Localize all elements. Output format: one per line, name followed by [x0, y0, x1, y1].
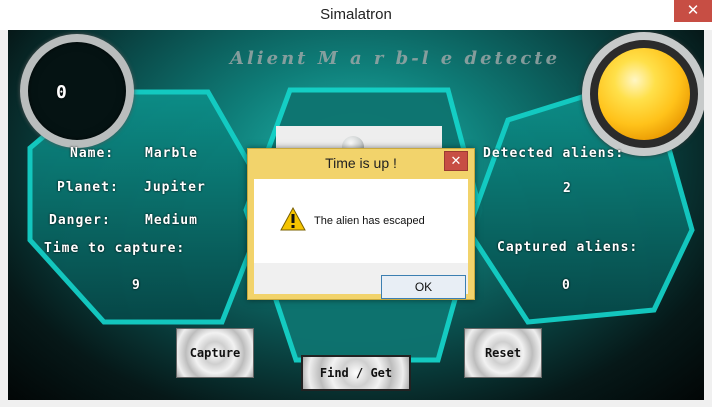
window-titlebar: Simalatron ✕ [0, 0, 712, 30]
planet-value: Jupiter [144, 180, 206, 195]
detected-aliens-label: Detected aliens: [483, 146, 625, 161]
app-banner: Alient M a r b-l e detecte [230, 48, 561, 69]
time-up-dialog: Time is up ! ✕ The alien has escaped OK [247, 148, 475, 300]
planet-label: Planet: [57, 180, 119, 195]
window-close-button[interactable]: ✕ [674, 0, 712, 22]
dialog-title: Time is up ! [325, 155, 397, 171]
timer-display: 0 [56, 82, 68, 103]
name-label: Name: [70, 146, 115, 161]
time-to-capture-value: 9 [132, 278, 141, 293]
danger-label: Danger: [49, 213, 111, 228]
timer-ring [20, 34, 134, 148]
window-title: Simalatron [320, 6, 392, 23]
reset-button[interactable]: Reset [464, 328, 542, 378]
time-to-capture-label: Time to capture: [44, 241, 186, 256]
name-value: Marble [145, 146, 198, 161]
dialog-message: The alien has escaped [314, 215, 425, 227]
captured-aliens-value: 0 [562, 278, 571, 293]
capture-button[interactable]: Capture [176, 328, 254, 378]
alien-orb-icon [598, 48, 690, 140]
detected-aliens-value: 2 [563, 181, 572, 196]
dialog-close-button[interactable]: ✕ [444, 151, 468, 171]
captured-aliens-label: Captured aliens: [497, 240, 639, 255]
danger-value: Medium [145, 213, 198, 228]
dialog-ok-button[interactable]: OK [381, 275, 466, 299]
warning-icon [280, 207, 306, 231]
find-get-button[interactable]: Find / Get [301, 355, 411, 391]
